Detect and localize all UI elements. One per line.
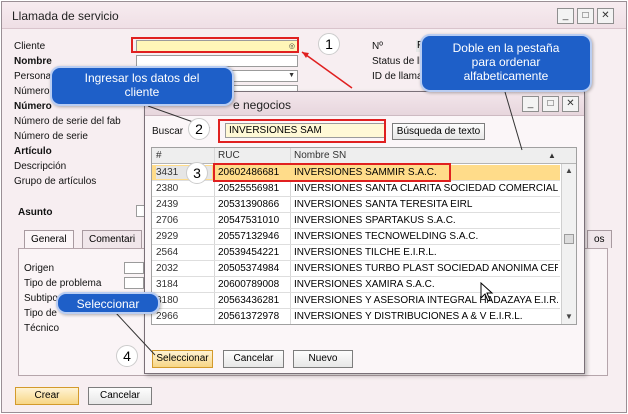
callout-select: Seleccionar [56, 292, 160, 314]
arrow-line [301, 51, 353, 89]
mouse-cursor-icon [480, 282, 494, 302]
step-number-3: 3 [186, 162, 208, 184]
step-number-1: 1 [318, 33, 340, 55]
callout-sort-instructions: Doble en la pestaña para ordenar alfabet… [420, 34, 592, 92]
callout-text: Doble en la pestaña [452, 41, 560, 55]
step-number-4: 4 [116, 345, 138, 367]
callout-text: para ordenar [471, 55, 541, 69]
step-number-2: 2 [188, 118, 210, 140]
callout-text: cliente [124, 85, 160, 99]
callout-text: Ingresar los datos del [84, 71, 200, 85]
callout-text: alfabeticamente [463, 69, 549, 83]
callout-pointer [504, 91, 523, 151]
callout-enter-customer: Ingresar los datos del cliente [50, 66, 234, 106]
